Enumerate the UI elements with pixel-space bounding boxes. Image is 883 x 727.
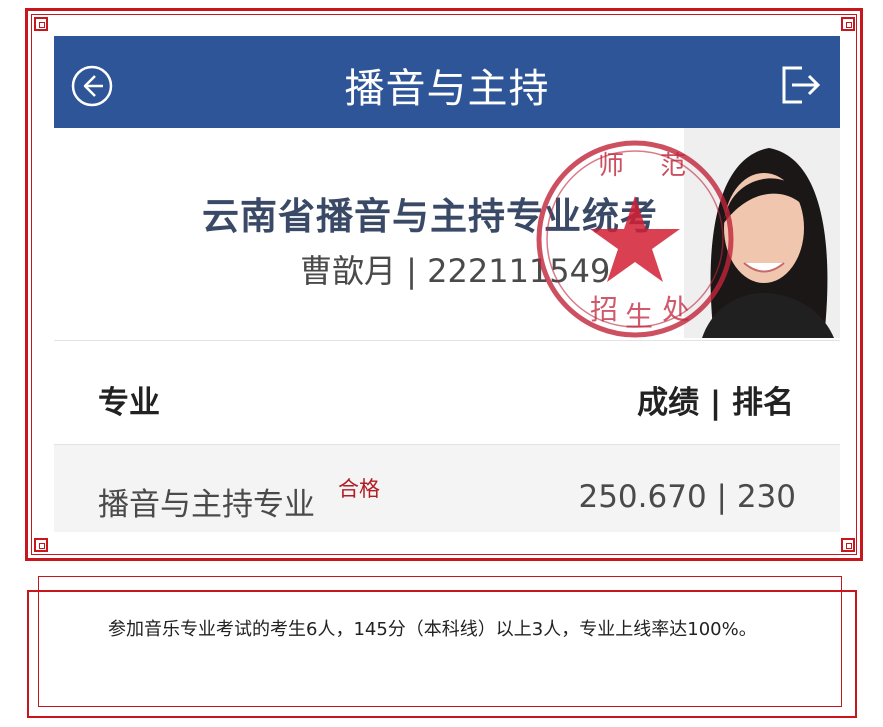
column-header-score-rank: 成绩 | 排名: [637, 385, 794, 421]
svg-text:范: 范: [660, 151, 686, 181]
exam-header: 云南省播音与主持专业统考 曹歆月 | 222111549 师 范 招 生 处: [54, 128, 840, 340]
svg-text:招: 招: [590, 293, 618, 326]
logout-icon[interactable]: [778, 64, 824, 106]
page-title: 播音与主持: [344, 66, 550, 112]
pass-badge: 合格: [338, 477, 380, 501]
score-rank-value: 250.670 | 230: [578, 479, 796, 515]
table-header: 专业 成绩 | 排名: [54, 341, 840, 444]
major-name: 播音与主持专业: [98, 487, 315, 523]
top-bar: 播音与主持: [54, 36, 840, 128]
table-row: 播音与主持专业 合格 250.670 | 230: [54, 445, 840, 532]
svg-text:师: 师: [598, 151, 624, 181]
svg-text:处: 处: [662, 293, 690, 326]
corner-ornament: [841, 17, 855, 31]
corner-ornament: [841, 538, 855, 552]
score-screenshot: 播音与主持 云南省播音与主持专业统考 曹歆月 | 222111549 师 范 招…: [54, 36, 840, 532]
svg-text:生: 生: [625, 300, 653, 333]
corner-ornament: [34, 538, 48, 552]
column-header-major: 专业: [98, 385, 160, 421]
official-seal: 师 范 招 生 处: [536, 140, 734, 338]
caption-text: 参加音乐专业考试的考生6人，145分（本科线）以上3人，专业上线率达100%。: [108, 619, 757, 640]
corner-ornament: [34, 17, 48, 31]
